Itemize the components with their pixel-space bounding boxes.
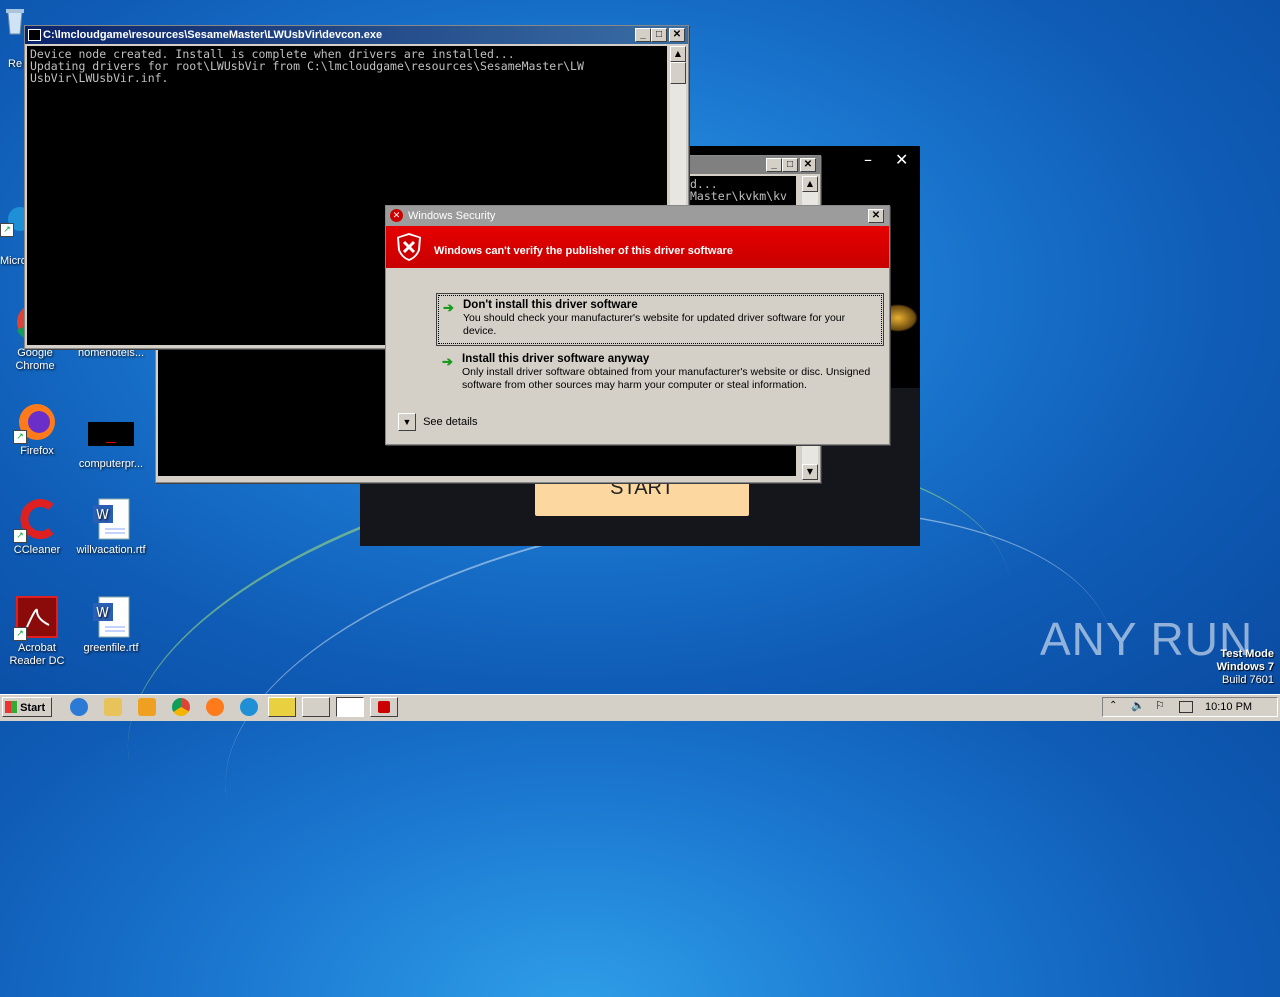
windows-security-dialog[interactable]: ✕ Windows Security ✕ Windows can't verif… <box>385 205 890 445</box>
word-document-icon: W <box>89 595 133 639</box>
shortcut-arrow-icon: ↗ <box>13 627 27 641</box>
ie-icon[interactable] <box>70 698 88 716</box>
maximize-button[interactable]: □ <box>651 28 667 42</box>
taskbar: Start ⌃ 🔈 ⚐ 10:10 PM <box>0 694 1280 721</box>
flag-icon[interactable]: ⚐ <box>1155 699 1165 712</box>
network-icon[interactable] <box>1179 701 1193 713</box>
close-button[interactable]: ✕ <box>800 158 816 172</box>
taskbar-game-task[interactable] <box>268 697 296 717</box>
green-arrow-icon: ➔ <box>443 300 454 315</box>
taskbar-console-active-task[interactable] <box>336 697 364 717</box>
system-tray: ⌃ 🔈 ⚐ 10:10 PM <box>1102 697 1278 717</box>
chevron-down-icon: ▼ <box>398 413 416 431</box>
test-mode-text: Test Mode Windows 7 Build 7601 <box>1216 648 1274 686</box>
clock[interactable]: 10:10 PM <box>1205 701 1252 713</box>
ccleaner-icon: ↗ <box>13 497 59 543</box>
dialog-close-button[interactable]: ✕ <box>868 209 884 223</box>
console-main-titlebar[interactable]: C:\lmcloudgame\resources\SesameMaster\LW… <box>25 26 688 44</box>
desktop-icon-firefox[interactable]: ↗ Firefox <box>2 398 72 458</box>
acrobat-icon: ↗ <box>13 595 59 641</box>
desktop-icon-acrobat[interactable]: ↗ Acrobat Reader DC <box>2 595 72 668</box>
volume-icon[interactable]: 🔈 <box>1131 699 1145 712</box>
dialog-titlebar[interactable]: ✕ Windows Security ✕ <box>386 206 889 226</box>
start-button[interactable]: Start <box>2 697 52 717</box>
svg-text:W: W <box>96 606 109 621</box>
scroll-up-icon[interactable]: ▲ <box>670 46 686 62</box>
shield-icon <box>378 701 390 713</box>
desktop-icon-ccleaner[interactable]: ↗ CCleaner <box>2 497 72 557</box>
scroll-up-icon[interactable]: ▲ <box>802 176 818 192</box>
desktop-icon-computerpr[interactable]: computerpr... <box>76 404 146 471</box>
desktop-icon-greenfile[interactable]: W greenfile.rtf <box>76 595 146 655</box>
taskbar-security-task[interactable] <box>370 697 398 717</box>
minimize-button[interactable]: _ <box>635 28 651 42</box>
shortcut-arrow-icon: ↗ <box>13 529 27 543</box>
scroll-down-icon[interactable]: ▼ <box>802 464 818 480</box>
shortcut-arrow-icon: ↗ <box>13 430 27 444</box>
shield-warning-icon <box>396 232 422 265</box>
minimize-button[interactable]: _ <box>766 158 782 172</box>
green-arrow-icon: ➔ <box>442 354 453 369</box>
console-app-icon <box>28 29 41 41</box>
shield-icon: ✕ <box>390 209 403 222</box>
option-dont-install[interactable]: ➔ Don't install this driver software You… <box>436 293 884 346</box>
chrome-icon[interactable] <box>172 698 190 716</box>
maximize-button[interactable]: □ <box>782 158 798 172</box>
game-close-button[interactable]: ✕ <box>895 150 908 169</box>
svg-text:W: W <box>96 508 109 523</box>
media-player-icon[interactable] <box>138 698 156 716</box>
windows-logo-icon <box>5 701 17 713</box>
firefox-icon[interactable] <box>206 698 224 716</box>
show-hidden-icons-icon[interactable]: ⌃ <box>1109 700 1117 711</box>
game-minimize-button[interactable]: – <box>864 150 872 169</box>
close-button[interactable]: ✕ <box>669 28 685 42</box>
scroll-thumb[interactable] <box>670 62 686 84</box>
see-details-toggle[interactable]: ▼ See details <box>398 413 478 431</box>
firefox-icon: ↗ <box>13 398 59 444</box>
warning-banner: Windows can't verify the publisher of th… <box>386 226 889 268</box>
taskbar-console-task[interactable] <box>302 697 330 717</box>
shortcut-arrow-icon: ↗ <box>0 223 14 237</box>
desktop-icon-willvacation[interactable]: W willvacation.rtf <box>76 497 146 557</box>
edge-icon[interactable] <box>240 698 258 716</box>
word-document-icon: W <box>89 497 133 541</box>
explorer-folder-icon[interactable] <box>104 698 122 716</box>
option-install-anyway[interactable]: ➔ Install this driver software anyway On… <box>436 349 882 399</box>
black-thumbnail-icon <box>88 422 134 446</box>
